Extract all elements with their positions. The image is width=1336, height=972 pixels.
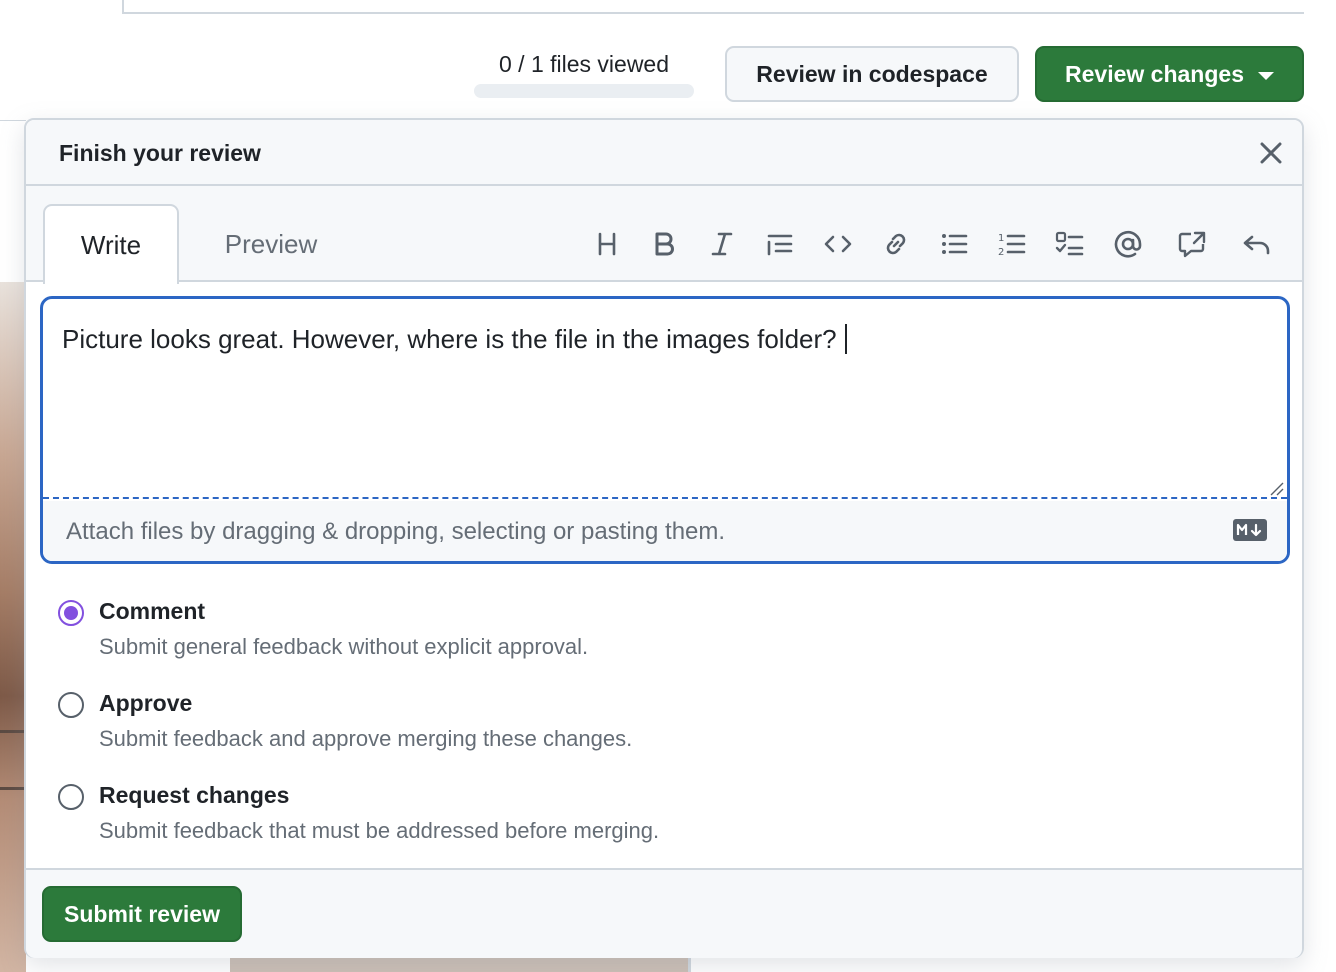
link-icon[interactable]	[876, 224, 916, 264]
tab-preview-label: Preview	[224, 228, 318, 259]
files-viewed-indicator[interactable]: 0 / 1 files viewed	[474, 50, 694, 98]
svg-text:2: 2	[998, 247, 1004, 258]
radio-approve[interactable]	[58, 692, 84, 718]
cross-reference-icon[interactable]	[1172, 224, 1212, 264]
files-viewed-label: 0 / 1 files viewed	[498, 51, 670, 77]
tab-write-label: Write	[80, 229, 142, 260]
review-in-codespace-label: Review in codespace	[756, 60, 988, 87]
files-viewed-progress-bar	[474, 84, 694, 98]
code-icon[interactable]	[818, 224, 858, 264]
background-image-preview	[0, 282, 26, 972]
review-changes-button[interactable]: Review changes	[1035, 46, 1304, 102]
heading-icon[interactable]	[587, 224, 627, 264]
review-changes-label: Review changes	[1065, 60, 1244, 87]
option-request-changes-description: Submit feedback that must be addressed b…	[99, 818, 660, 843]
option-comment-label: Comment	[99, 598, 206, 624]
undo-icon[interactable]	[1236, 224, 1276, 264]
option-approve-label: Approve	[99, 690, 193, 716]
radio-request-changes[interactable]	[58, 784, 84, 810]
tab-preview[interactable]: Preview	[206, 204, 336, 284]
comment-textarea[interactable]: Picture looks great. However, where is t…	[43, 299, 1287, 499]
dialog-header: Finish your review	[26, 120, 1302, 186]
close-icon[interactable]	[1254, 136, 1288, 170]
editor-tabbar: Write Preview 1 2	[26, 186, 1302, 284]
background-image-detail	[0, 730, 26, 790]
text-cursor	[844, 324, 847, 354]
svg-text:1: 1	[998, 233, 1004, 244]
mention-icon[interactable]	[1108, 224, 1148, 264]
resize-handle-icon[interactable]	[1269, 481, 1285, 497]
italic-icon[interactable]	[702, 224, 742, 264]
comment-editor[interactable]: Picture looks great. However, where is t…	[40, 296, 1290, 564]
markdown-icon[interactable]	[1233, 519, 1267, 541]
radio-comment[interactable]	[58, 600, 84, 626]
quote-icon[interactable]	[760, 224, 800, 264]
task-list-icon[interactable]	[1050, 224, 1090, 264]
option-approve-description: Submit feedback and approve merging thes…	[99, 726, 633, 751]
bold-icon[interactable]	[644, 224, 684, 264]
tab-write[interactable]: Write	[43, 204, 179, 284]
submit-review-button[interactable]: Submit review	[42, 886, 242, 942]
dialog-footer: Submit review	[26, 868, 1302, 958]
option-request-changes-label: Request changes	[99, 782, 290, 808]
attach-hint: Attach files by dragging & dropping, sel…	[66, 518, 726, 545]
numbered-list-icon[interactable]: 1 2	[992, 224, 1032, 264]
submit-review-label: Submit review	[64, 900, 220, 927]
dialog-title: Finish your review	[59, 140, 261, 166]
bulleted-list-icon[interactable]	[934, 224, 974, 264]
caret-down-icon	[1257, 71, 1274, 80]
background-file-panel-border	[122, 0, 1304, 14]
option-comment-description: Submit general feedback without explicit…	[99, 634, 589, 659]
review-in-codespace-button[interactable]: Review in codespace	[725, 46, 1019, 102]
finish-review-dialog: Finish your review Write Preview 1 2 Pic…	[24, 118, 1304, 958]
comment-text: Picture looks great. However, where is t…	[62, 324, 837, 354]
file-attachment-area[interactable]: Attach files by dragging & dropping, sel…	[43, 501, 1287, 561]
